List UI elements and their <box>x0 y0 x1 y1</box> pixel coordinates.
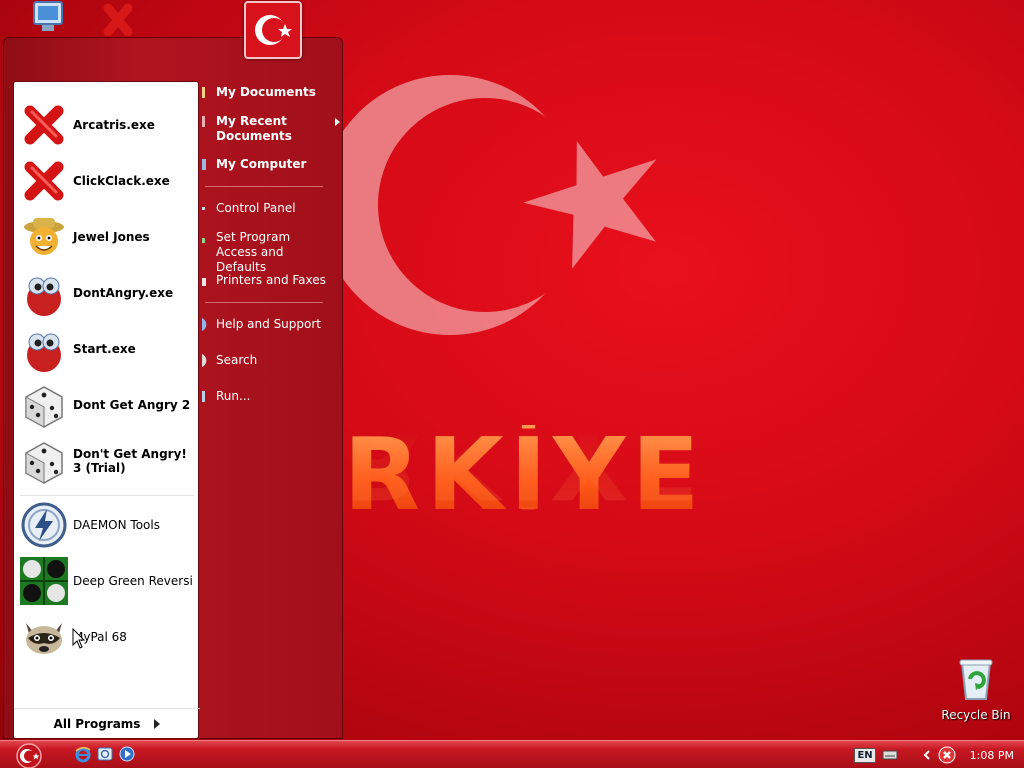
taskbar: EN 1:08 PM <box>0 740 1024 768</box>
program-label: Start.exe <box>73 342 136 356</box>
menu-run[interactable]: Run... <box>200 389 340 404</box>
folder-icon <box>202 87 205 98</box>
user-picture[interactable] <box>244 1 302 59</box>
arrow-right-icon <box>154 718 161 729</box>
start-menu: Arcatris.exe ClickClack.exe Jewel Jones <box>3 1 344 739</box>
program-label: DontAngry.exe <box>73 286 174 300</box>
menu-search[interactable]: Search <box>200 353 340 368</box>
chevron-left-icon[interactable] <box>922 749 932 761</box>
security-alert-icon[interactable] <box>938 746 956 764</box>
submenu-arrow-icon <box>335 118 340 126</box>
program-label: Dont Get Angry 2 <box>73 398 191 412</box>
start-button[interactable] <box>12 743 46 768</box>
internet-explorer-icon[interactable] <box>74 745 92 763</box>
run-icon <box>202 391 205 402</box>
program-mypal-68[interactable]: MyPal 68 <box>20 610 194 664</box>
program-dont-get-angry-2[interactable]: Dont Get Angry 2 <box>20 378 194 432</box>
desktop-icon-program[interactable] <box>78 0 158 39</box>
menu-set-program-access[interactable]: Set Program Access and Defaults <box>200 230 340 275</box>
start-menu-places-pane: My Documents My Recent Documents My Comp… <box>200 81 344 739</box>
printer-icon <box>202 278 206 286</box>
outlook-express-icon[interactable] <box>96 745 114 763</box>
computer-icon <box>202 159 206 170</box>
raccoon-icon <box>26 623 62 654</box>
recent-documents-icon <box>202 116 205 127</box>
program-arcatris[interactable]: Arcatris.exe <box>20 98 194 152</box>
control-panel-icon <box>202 207 205 210</box>
menu-label: Help and Support <box>216 317 321 331</box>
all-programs-button[interactable]: All Programs <box>14 708 200 738</box>
dice-icon <box>25 442 63 484</box>
program-label: DAEMON Tools <box>73 518 160 532</box>
menu-printers-and-faxes[interactable]: Printers and Faxes <box>200 273 340 288</box>
jewel-jones-icon <box>24 218 64 255</box>
search-icon <box>202 354 207 367</box>
help-separator <box>205 302 323 303</box>
computer-icon <box>33 1 63 31</box>
program-access-icon <box>202 238 205 243</box>
red-face-icon <box>27 277 61 316</box>
program-jewel-jones[interactable]: Jewel Jones <box>20 210 194 264</box>
red-x-icon <box>24 105 64 145</box>
help-icon <box>202 318 207 331</box>
reversi-icon <box>20 557 68 605</box>
red-x-icon <box>24 161 64 201</box>
menu-label: My Documents <box>216 85 316 99</box>
pinned-recent-separator <box>20 495 194 496</box>
menu-control-panel[interactable]: Control Panel <box>200 201 340 216</box>
menu-label: Printers and Faxes <box>216 273 326 287</box>
start-orb-icon <box>16 743 42 768</box>
desktop-icon-recycle-bin[interactable]: Recycle Bin <box>936 655 1016 722</box>
desktop-icon-my-computer[interactable] <box>8 0 88 39</box>
wallpaper-title-reflection: JRKİYE <box>300 412 706 519</box>
program-dont-get-angry-3[interactable]: Don't Get Angry! 3 (Trial) <box>20 434 194 488</box>
all-programs-label: All Programs <box>53 716 141 731</box>
menu-label: My Computer <box>216 157 307 171</box>
menu-label: Control Panel <box>216 201 296 215</box>
recycle-bin-label: Recycle Bin <box>941 708 1011 722</box>
program-clickclack[interactable]: ClickClack.exe <box>20 154 194 208</box>
menu-label: Search <box>216 353 258 367</box>
program-label: ClickClack.exe <box>73 174 170 188</box>
menu-label: Run... <box>216 389 251 403</box>
program-daemon-tools[interactable]: DAEMON Tools <box>20 498 194 552</box>
keyboard-icon[interactable] <box>882 749 898 761</box>
program-label: Deep Green Reversi <box>73 574 193 588</box>
daemon-tools-icon <box>21 502 67 548</box>
menu-help-and-support[interactable]: Help and Support <box>200 317 340 332</box>
program-deep-green-reversi[interactable]: Deep Green Reversi <box>20 554 194 608</box>
menu-label: Set Program Access and Defaults <box>216 230 291 274</box>
program-dontangry[interactable]: DontAngry.exe <box>20 266 194 320</box>
places-separator <box>205 186 323 187</box>
media-player-icon[interactable] <box>118 745 136 763</box>
system-tray: EN 1:08 PM <box>854 741 1024 768</box>
mouse-cursor-icon <box>72 628 86 649</box>
dice-icon <box>25 386 63 428</box>
red-x-icon <box>103 3 133 37</box>
program-label: Don't Get Angry! 3 (Trial) <box>73 447 187 475</box>
recycle-bin-icon <box>959 659 993 700</box>
menu-my-recent-documents[interactable]: My Recent Documents <box>200 114 340 144</box>
menu-my-computer[interactable]: My Computer <box>200 157 340 172</box>
start-menu-programs-pane: Arcatris.exe ClickClack.exe Jewel Jones <box>13 81 200 739</box>
language-indicator[interactable]: EN <box>854 747 876 763</box>
menu-my-documents[interactable]: My Documents <box>200 85 340 100</box>
program-start[interactable]: Start.exe <box>20 322 194 376</box>
turkish-flag-icon <box>255 15 292 45</box>
red-face-icon <box>27 333 61 372</box>
menu-label: My Recent Documents <box>216 114 292 143</box>
clock[interactable]: 1:08 PM <box>970 749 1014 762</box>
program-label: Arcatris.exe <box>73 118 155 132</box>
program-label: Jewel Jones <box>73 230 150 244</box>
